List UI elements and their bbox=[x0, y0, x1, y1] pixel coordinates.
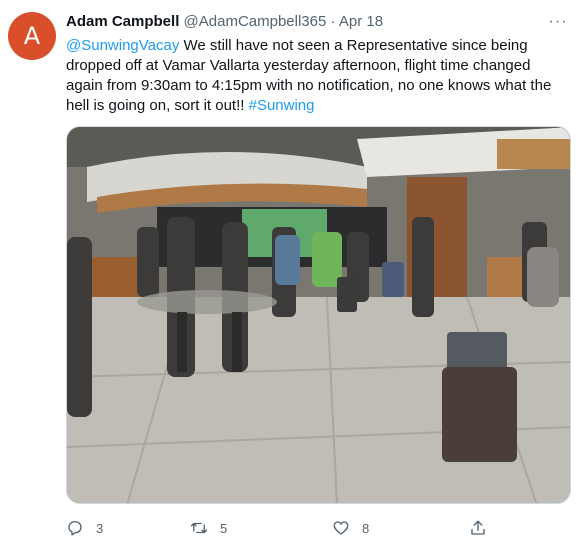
hotel-lobby-photo bbox=[67, 127, 570, 503]
retweet-button[interactable]: 5 bbox=[190, 516, 227, 540]
avatar[interactable]: A bbox=[8, 12, 56, 60]
hashtag-link[interactable]: #Sunwing bbox=[249, 97, 315, 114]
reply-icon bbox=[68, 520, 82, 536]
share-button[interactable] bbox=[469, 516, 499, 540]
heart-icon bbox=[333, 521, 349, 535]
retweet-count: 5 bbox=[220, 520, 228, 536]
mention-link[interactable]: @SunwingVacay bbox=[66, 37, 179, 54]
avatar-letter: A bbox=[23, 22, 41, 50]
author-handle[interactable]: @AdamCampbell365 bbox=[184, 13, 327, 30]
like-count: 8 bbox=[362, 520, 370, 536]
more-icon[interactable]: ··· bbox=[546, 10, 570, 34]
author-name[interactable]: Adam Campbell bbox=[66, 13, 179, 30]
tweet-text: @SunwingVacay We still have not seen a R… bbox=[66, 36, 566, 116]
retweet-icon bbox=[190, 522, 208, 534]
tweet-date[interactable]: Apr 18 bbox=[339, 13, 383, 30]
share-icon bbox=[471, 520, 485, 535]
reply-count: 3 bbox=[96, 520, 104, 536]
tweet-photo[interactable] bbox=[66, 126, 571, 504]
tweet[interactable]: A Adam Campbell @AdamCampbell365 · Apr 1… bbox=[0, 0, 580, 545]
like-button[interactable]: 8 bbox=[332, 516, 369, 540]
tweet-actions: 3 5 8 bbox=[66, 516, 496, 540]
more-label: ··· bbox=[548, 13, 568, 30]
reply-button[interactable]: 3 bbox=[66, 516, 103, 540]
separator-dot: · bbox=[330, 13, 336, 30]
tweet-header: Adam Campbell @AdamCampbell365 · Apr 18 bbox=[66, 12, 383, 32]
